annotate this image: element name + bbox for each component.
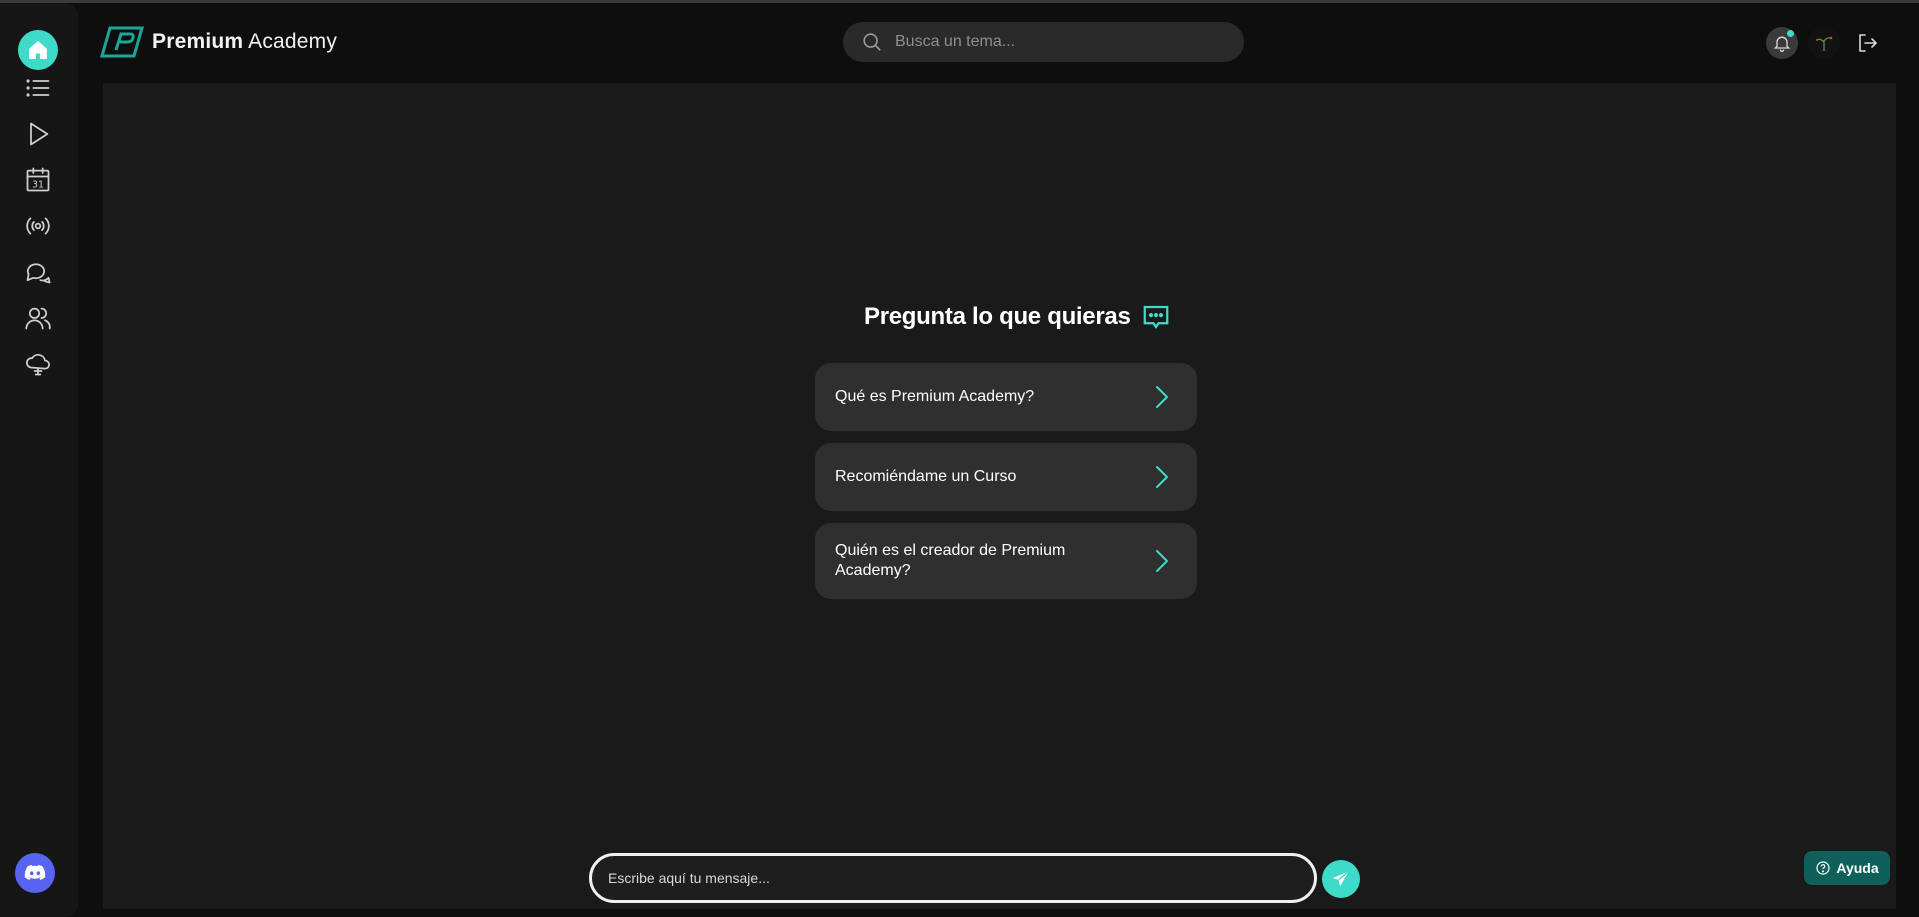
search-bar[interactable] xyxy=(843,22,1244,62)
sidebar: 31 xyxy=(0,3,78,917)
premium-academy-logo-icon xyxy=(100,26,144,58)
search-icon xyxy=(863,33,881,51)
suggestion-label: Recomiéndame un Curso xyxy=(835,468,1017,485)
sidebar-item-calendar[interactable]: 31 xyxy=(18,160,58,200)
chevron-right-icon xyxy=(1156,386,1168,408)
app-name: Premium Academy xyxy=(152,30,338,53)
help-label: Ayuda xyxy=(1836,860,1879,876)
notifications-button[interactable] xyxy=(1766,27,1798,59)
page-title: Pregunta lo que quieras xyxy=(864,303,1131,330)
help-button[interactable]: Ayuda xyxy=(1804,851,1890,885)
avatar-plant-icon xyxy=(1816,36,1833,51)
list-icon xyxy=(26,79,50,97)
sidebar-item-ai[interactable] xyxy=(18,344,58,384)
calendar-icon: 31 xyxy=(26,167,50,192)
message-input[interactable] xyxy=(608,870,1288,886)
suggestion-label: Quién es el creador de Premium Academy? xyxy=(835,542,1066,579)
suggestion-label: Qué es Premium Academy? xyxy=(835,388,1035,405)
message-box[interactable] xyxy=(589,853,1317,903)
suggestion-button-3[interactable]: Quién es el creador de Premium Academy? xyxy=(815,523,1197,599)
sidebar-item-community[interactable] xyxy=(18,252,58,292)
discord-icon xyxy=(24,865,46,880)
logout-button[interactable] xyxy=(1852,28,1882,58)
question-circle-icon xyxy=(1816,861,1830,875)
sidebar-item-home[interactable] xyxy=(18,30,58,70)
chat-dots-icon xyxy=(1143,305,1168,330)
suggestion-button-2[interactable]: Recomiéndame un Curso xyxy=(815,443,1197,511)
avatar[interactable] xyxy=(1808,27,1840,59)
send-icon xyxy=(1332,871,1349,887)
sidebar-item-users[interactable] xyxy=(18,298,58,338)
top-border xyxy=(0,0,1919,3)
chevron-right-icon xyxy=(1156,466,1168,488)
suggestion-button-1[interactable]: Qué es Premium Academy? xyxy=(815,363,1197,431)
sidebar-item-play[interactable] xyxy=(18,114,58,154)
chat-bubbles-icon xyxy=(26,263,51,284)
discord-button[interactable] xyxy=(15,853,55,893)
broadcast-icon xyxy=(26,217,50,235)
cloud-ai-icon xyxy=(26,354,50,376)
chevron-right-icon xyxy=(1156,550,1168,572)
sidebar-item-list[interactable] xyxy=(18,68,58,108)
search-input[interactable] xyxy=(895,33,1195,51)
users-icon xyxy=(25,307,51,330)
calendar-day: 31 xyxy=(32,180,44,191)
chat-heading: Pregunta lo que quieras xyxy=(864,302,1171,332)
app-logo[interactable]: Premium Academy xyxy=(100,26,337,58)
home-icon xyxy=(29,41,47,59)
send-button[interactable] xyxy=(1322,860,1360,898)
play-icon xyxy=(30,122,49,146)
sidebar-item-live[interactable] xyxy=(18,206,58,246)
notification-dot xyxy=(1787,30,1794,37)
logout-icon xyxy=(1859,34,1877,52)
